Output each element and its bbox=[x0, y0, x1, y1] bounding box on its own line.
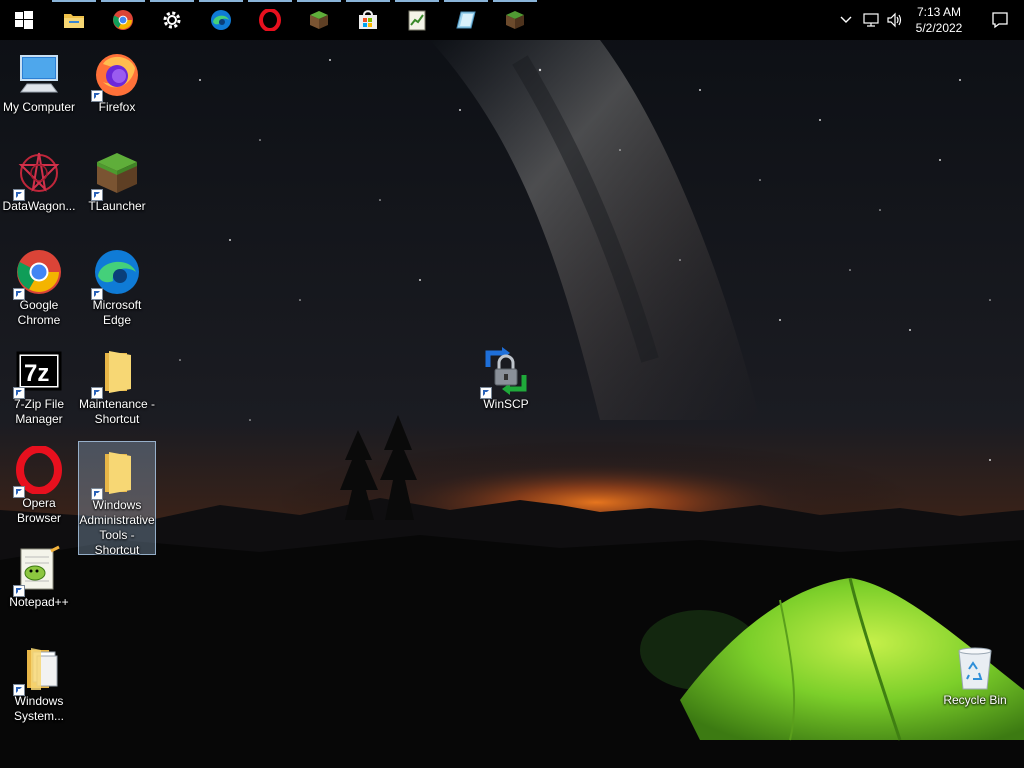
desktop-icon-datawagon[interactable]: DataWagon... bbox=[0, 143, 78, 243]
desktop-icon-windows-system[interactable]: Windows System... bbox=[0, 638, 78, 738]
clock-time: 7:13 AM bbox=[916, 5, 962, 19]
remote-desktop-icon bbox=[456, 11, 476, 29]
desktop-icon-label: TLauncher bbox=[88, 199, 146, 213]
desktop-icon-winscp[interactable]: WinSCP bbox=[467, 341, 545, 441]
shortcut-arrow-icon bbox=[13, 189, 25, 201]
minecraft-grass-icon bbox=[310, 11, 328, 29]
tlauncher-grass-icon bbox=[506, 11, 524, 29]
volume-icon bbox=[887, 12, 902, 28]
shortcut-arrow-icon bbox=[13, 486, 25, 498]
shortcut-arrow-icon bbox=[480, 387, 492, 399]
desktop-icon-tlauncher[interactable]: TLauncher bbox=[78, 143, 156, 243]
desktop-icon-microsoft-edge[interactable]: Microsoft Edge bbox=[78, 242, 156, 342]
chrome-icon bbox=[113, 10, 133, 30]
desktop-icon-label: Windows Administrative Tools - Shortcut bbox=[79, 498, 155, 557]
shortcut-arrow-icon bbox=[91, 189, 103, 201]
shortcut-arrow-icon bbox=[91, 488, 103, 500]
taskbar-notepad-chart[interactable] bbox=[393, 0, 441, 40]
file-explorer-icon bbox=[64, 14, 84, 28]
chevron-up-icon bbox=[840, 16, 852, 23]
desktop-icon-label: 7-Zip File Manager bbox=[13, 397, 64, 426]
network-icon bbox=[863, 13, 879, 27]
shortcut-arrow-icon bbox=[13, 288, 25, 300]
desktop-icon-label: Maintenance - Shortcut bbox=[78, 397, 156, 426]
desktop-icon-label: Firefox bbox=[98, 100, 136, 114]
taskbar-settings[interactable] bbox=[148, 0, 196, 40]
desktop-icon-label: Windows System... bbox=[13, 694, 64, 723]
desktop-icon-label: Recycle Bin bbox=[943, 693, 1007, 707]
microsoft-store-icon bbox=[359, 10, 377, 29]
desktop-icon-windows-administrative-tools[interactable]: Windows Administrative Tools - Shortcut bbox=[78, 441, 156, 557]
tray-network-button[interactable] bbox=[858, 0, 884, 40]
notification-icon bbox=[992, 12, 1008, 29]
notepad-chart-icon bbox=[408, 10, 426, 31]
shortcut-arrow-icon bbox=[13, 387, 25, 399]
desktop-icon-label: Notepad++ bbox=[9, 595, 69, 609]
desktop-icon-firefox[interactable]: Firefox bbox=[78, 44, 156, 144]
taskbar-clock[interactable]: 7:13 AM 5/2/2022 bbox=[904, 0, 974, 40]
desktop-icon-maintenance-shortcut[interactable]: Maintenance - Shortcut bbox=[78, 341, 156, 441]
tray-volume-button[interactable] bbox=[884, 0, 906, 40]
desktop-icon-recycle-bin[interactable]: Recycle Bin bbox=[936, 637, 1014, 737]
shortcut-arrow-icon bbox=[91, 90, 103, 102]
shortcut-arrow-icon bbox=[13, 585, 25, 597]
desktop-icon-label: Opera Browser bbox=[16, 496, 61, 525]
desktop-icon-7zip[interactable]: 7z 7-Zip File Manager bbox=[0, 341, 78, 441]
windows-start-icon bbox=[15, 11, 33, 29]
taskbar-chrome[interactable] bbox=[99, 0, 147, 40]
desktop-icon-label: Google Chrome bbox=[17, 298, 61, 327]
taskbar-file-explorer[interactable] bbox=[50, 0, 98, 40]
settings-gear-icon bbox=[163, 11, 181, 29]
action-center-button[interactable] bbox=[976, 0, 1024, 40]
taskbar-minecraft[interactable] bbox=[295, 0, 343, 40]
taskbar: 7:13 AM 5/2/2022 bbox=[0, 0, 1024, 40]
taskbar-remote-desktop[interactable] bbox=[442, 0, 490, 40]
taskbar-microsoft-store[interactable] bbox=[344, 0, 392, 40]
desktop-icon-my-computer[interactable]: My Computer bbox=[0, 44, 78, 144]
start-button[interactable] bbox=[0, 0, 48, 40]
desktop-icon-label: DataWagon... bbox=[2, 199, 76, 213]
recycle-bin-icon bbox=[958, 647, 992, 690]
tray-overflow-button[interactable] bbox=[836, 0, 856, 40]
desktop-icon-label: My Computer bbox=[2, 100, 76, 114]
computer-monitor-icon bbox=[20, 55, 58, 93]
opera-icon bbox=[259, 9, 281, 31]
desktop-icon-label: WinSCP bbox=[483, 397, 529, 411]
desktop-icon-google-chrome[interactable]: Google Chrome bbox=[0, 242, 78, 342]
taskbar-opera[interactable] bbox=[246, 0, 294, 40]
clock-date: 5/2/2022 bbox=[915, 21, 963, 35]
desktop-icon-label: Microsoft Edge bbox=[92, 298, 142, 327]
shortcut-arrow-icon bbox=[91, 387, 103, 399]
taskbar-edge[interactable] bbox=[197, 0, 245, 40]
edge-icon bbox=[211, 10, 231, 30]
shortcut-arrow-icon bbox=[91, 288, 103, 300]
desktop-icon-notepad-plus-plus[interactable]: Notepad++ bbox=[0, 539, 78, 639]
desktop-icon-opera-browser[interactable]: Opera Browser bbox=[0, 440, 78, 540]
svg-text:7z: 7z bbox=[24, 360, 49, 387]
taskbar-tlauncher[interactable] bbox=[491, 0, 539, 40]
shortcut-arrow-icon bbox=[13, 684, 25, 696]
